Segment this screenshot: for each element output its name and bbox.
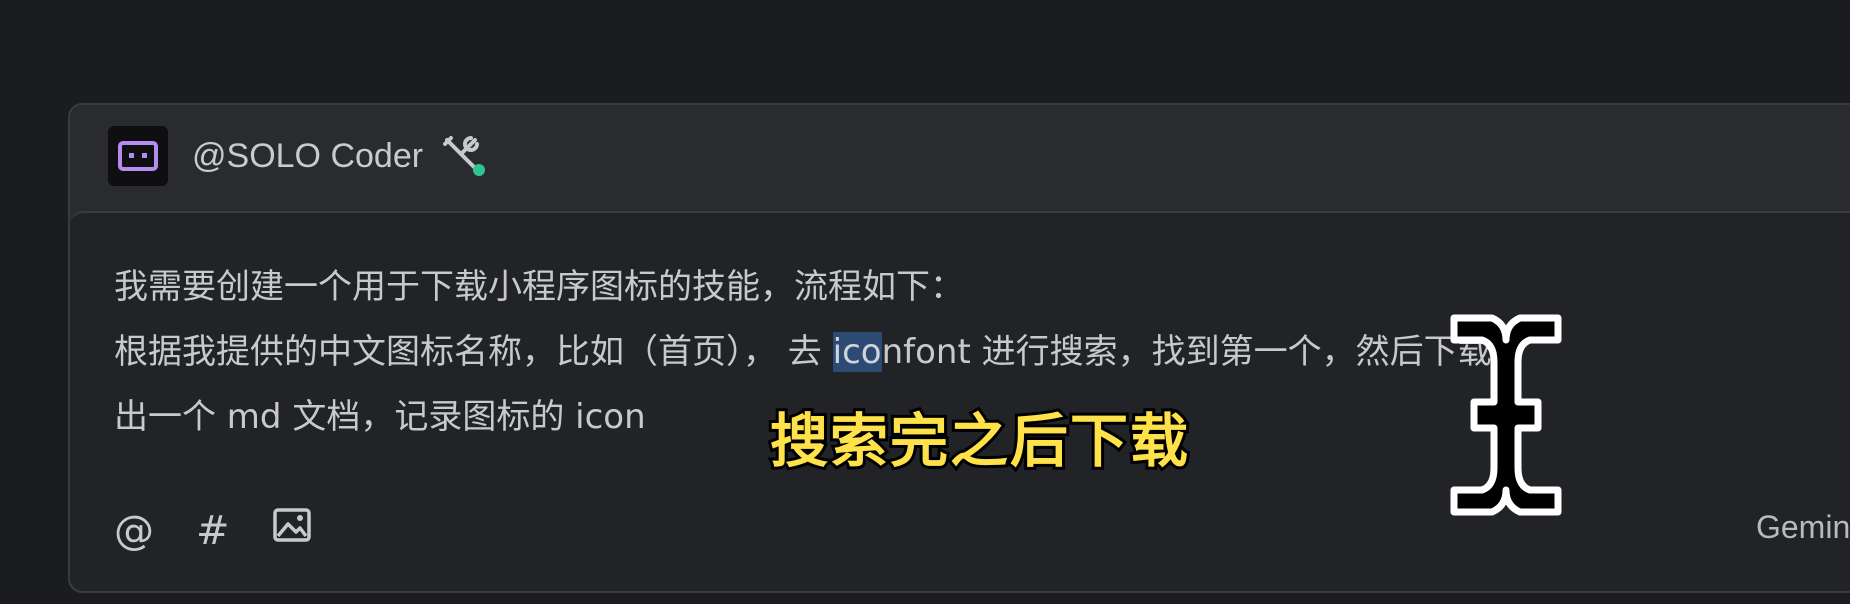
- tools-icon[interactable]: [441, 134, 486, 178]
- composer-toolbar: @ #: [114, 505, 312, 557]
- model-selector[interactable]: Gemini-: [1756, 509, 1850, 546]
- video-subtitle: 搜索完之后下载: [767, 404, 1191, 478]
- text-selection: ico: [832, 332, 882, 372]
- agent-header: @SOLO Coder: [108, 125, 486, 187]
- prompt-line-2: 根据我提供的中文图标名称，比如（首页）， 去 iconfont 进行搜索，找到第…: [114, 320, 1492, 385]
- screen: @SOLO Coder 我需要创建一个用于下载小程序图标的技能，流程如下： 根据…: [0, 0, 1850, 604]
- hashtag-button[interactable]: #: [196, 506, 230, 556]
- prompt-line-1: 我需要创建一个用于下载小程序图标的技能，流程如下：: [114, 267, 964, 307]
- prompt-line-2-after: nfont 进行搜索，找到第一个，然后下载: [881, 332, 1492, 372]
- agent-name[interactable]: @SOLO Coder: [192, 137, 423, 176]
- mention-button[interactable]: @: [114, 506, 154, 556]
- text-cursor-icon: [1450, 314, 1562, 516]
- prompt-line-2-before: 根据我提供的中文图标名称，比如（首页）， 去: [114, 332, 833, 372]
- image-icon[interactable]: [272, 505, 312, 557]
- robot-face-icon: [108, 126, 168, 186]
- chat-composer-panel: @SOLO Coder 我需要创建一个用于下载小程序图标的技能，流程如下： 根据…: [68, 103, 1850, 593]
- status-indicator: [473, 164, 486, 176]
